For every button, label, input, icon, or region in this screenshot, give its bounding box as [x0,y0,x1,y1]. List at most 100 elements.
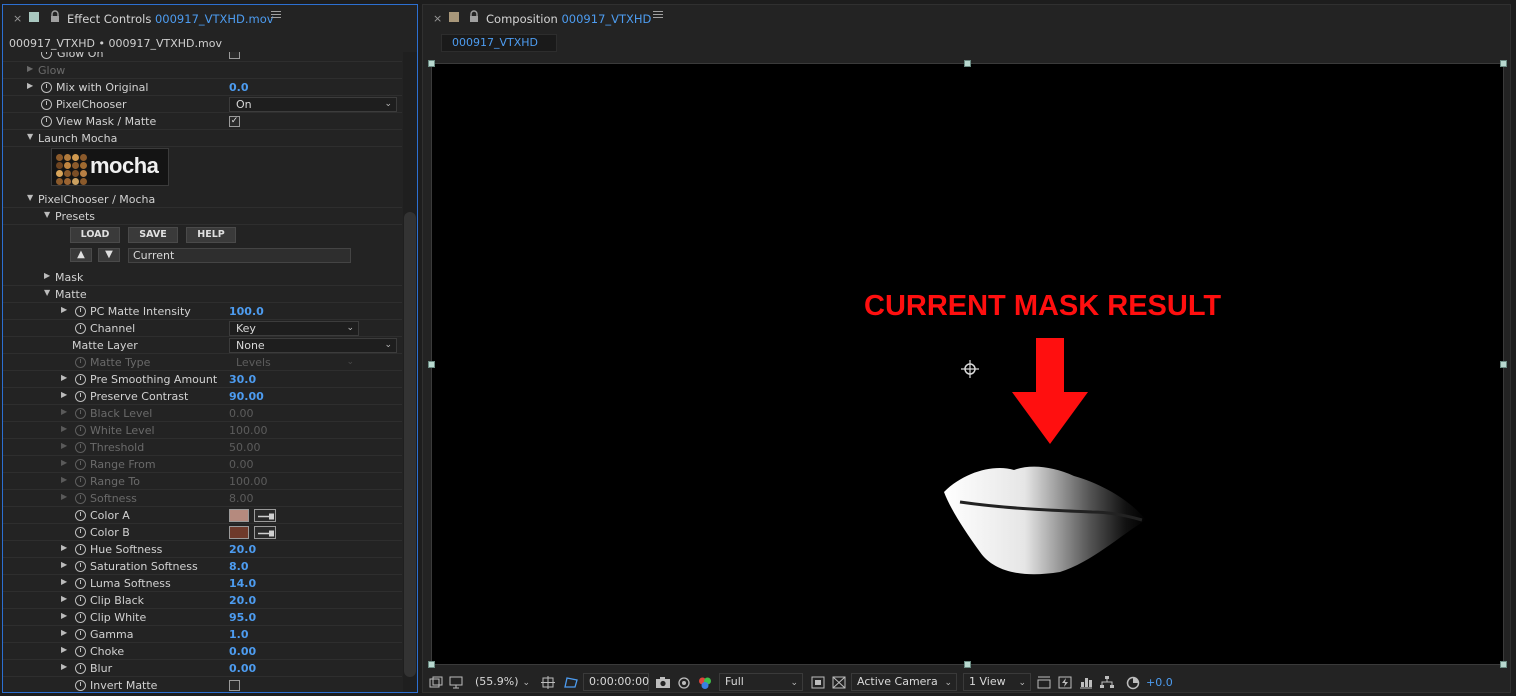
eyedropper-icon[interactable] [254,526,276,539]
twirl-triangle-icon[interactable]: ▶ [61,373,67,382]
preset-load-button[interactable]: LOAD [70,227,120,243]
twirl-triangle-icon[interactable]: ▶ [61,662,67,671]
stopwatch-icon[interactable] [41,116,52,127]
preset-up-button[interactable]: ▲ [70,248,92,262]
launch-mocha-button[interactable]: mocha [51,148,169,186]
effect-property-list[interactable]: Glow On ▶ Glow ▶ Mix with Original 0.0 P… [3,52,402,692]
always-preview-icon[interactable] [429,676,443,689]
pc-matte-intensity-value[interactable]: 100.0 [229,305,264,318]
view-mask-matte-checkbox[interactable]: ✓ [229,116,240,127]
twirl-triangle-icon[interactable]: ▶ [61,611,67,620]
stopwatch-icon[interactable] [75,612,86,623]
transform-handle[interactable] [428,361,435,368]
stopwatch-icon[interactable] [75,544,86,555]
stopwatch-icon[interactable] [75,510,86,521]
toggle-pixel-aspect-icon[interactable] [1037,676,1051,689]
twirl-triangle-icon[interactable]: ▶ [27,64,33,73]
twirl-triangle-icon[interactable]: ▶ [61,305,67,314]
exposure-value[interactable]: +0.0 [1146,676,1173,689]
twirl-triangle-icon[interactable]: ▼ [27,132,33,141]
transform-handle[interactable] [1500,661,1507,668]
blur-value[interactable]: 0.00 [229,662,256,675]
hue-softness-value[interactable]: 20.0 [229,543,256,556]
twirl-triangle-icon[interactable]: ▼ [27,193,33,202]
preset-down-button[interactable]: ▼ [98,248,120,262]
stopwatch-icon[interactable] [75,323,86,334]
scrollbar-thumb[interactable] [404,212,416,677]
magnification-dropdown[interactable]: (55.9%) ⌄ [469,673,535,691]
clip-white-value[interactable]: 95.0 [229,611,256,624]
region-of-interest-icon[interactable] [811,676,825,689]
invert-matte-checkbox[interactable] [229,680,240,691]
close-icon[interactable]: × [13,12,22,25]
composition-tab-title[interactable]: Composition 000917_VTXHD [486,12,651,26]
color-a-swatch[interactable] [229,509,249,522]
composition-viewer[interactable]: CURRENT MASK RESULT [428,60,1507,668]
channel-dropdown[interactable]: Key ⌄ [229,321,359,336]
lock-icon[interactable] [468,10,480,23]
camera-snapshot-icon[interactable] [655,676,671,689]
close-icon[interactable]: × [433,12,442,25]
twirl-triangle-icon[interactable]: ▶ [61,628,67,637]
resolution-dropdown[interactable]: Full ⌄ [719,673,803,691]
stopwatch-icon[interactable] [75,527,86,538]
current-time-field[interactable]: 0:00:00:00 [583,673,649,691]
transform-handle[interactable] [1500,60,1507,67]
saturation-softness-value[interactable]: 8.0 [229,560,249,573]
stopwatch-icon[interactable] [75,646,86,657]
flowchart-icon[interactable] [1100,676,1114,689]
transparency-grid-icon[interactable] [832,676,846,689]
twirl-triangle-icon[interactable]: ▶ [61,560,67,569]
camera-dropdown[interactable]: Active Camera ⌄ [851,673,957,691]
grid-icon[interactable] [541,676,557,689]
preserve-contrast-value[interactable]: 90.00 [229,390,264,403]
monitor-icon[interactable] [449,676,463,689]
stopwatch-icon[interactable] [75,680,86,691]
stopwatch-icon[interactable] [75,306,86,317]
show-snapshot-icon[interactable] [676,676,692,689]
transform-handle[interactable] [1500,361,1507,368]
panel-menu-icon[interactable] [653,11,663,21]
preset-save-button[interactable]: SAVE [128,227,178,243]
effect-controls-tab-title[interactable]: Effect Controls 000917_VTXHD.mov [67,12,274,26]
eyedropper-icon[interactable] [254,509,276,522]
stopwatch-icon[interactable] [75,663,86,674]
lock-icon[interactable] [49,10,61,23]
stopwatch-icon[interactable] [41,82,52,93]
transform-handle[interactable] [428,60,435,67]
twirl-triangle-icon[interactable]: ▶ [61,543,67,552]
transform-handle[interactable] [964,661,971,668]
composition-subtab[interactable]: 000917_VTXHD [441,34,557,52]
anchor-point-icon[interactable] [960,359,980,379]
stopwatch-icon[interactable] [41,99,52,110]
preset-name-field[interactable]: Current [128,248,351,263]
label-swatch[interactable] [29,12,39,22]
stopwatch-icon[interactable] [41,52,52,59]
stopwatch-icon[interactable] [75,391,86,402]
transform-handle[interactable] [964,60,971,67]
twirl-triangle-icon[interactable]: ▶ [27,81,33,90]
twirl-triangle-icon[interactable]: ▶ [61,390,67,399]
panel-menu-icon[interactable] [271,11,281,21]
stopwatch-icon[interactable] [75,595,86,606]
luma-softness-value[interactable]: 14.0 [229,577,256,590]
color-channel-icon[interactable] [697,676,713,690]
gamma-value[interactable]: 1.0 [229,628,249,641]
twirl-triangle-icon[interactable]: ▼ [44,288,50,297]
twirl-triangle-icon[interactable]: ▶ [44,271,50,280]
exposure-reset-icon[interactable] [1126,676,1140,690]
mask-visibility-icon[interactable] [563,676,579,689]
pre-smoothing-amount-value[interactable]: 30.0 [229,373,256,386]
stopwatch-icon[interactable] [75,578,86,589]
label-swatch[interactable] [449,12,459,22]
mix-with-original-value[interactable]: 0.0 [229,81,249,94]
twirl-triangle-icon[interactable]: ▶ [61,577,67,586]
effect-scrollbar[interactable] [403,52,417,692]
stopwatch-icon[interactable] [75,629,86,640]
fast-previews-icon[interactable] [1058,676,1072,689]
choke-value[interactable]: 0.00 [229,645,256,658]
matte-layer-dropdown[interactable]: None ⌄ [229,338,397,353]
twirl-triangle-icon[interactable]: ▶ [61,645,67,654]
stopwatch-icon[interactable] [75,374,86,385]
glow-on-checkbox[interactable] [229,52,240,59]
